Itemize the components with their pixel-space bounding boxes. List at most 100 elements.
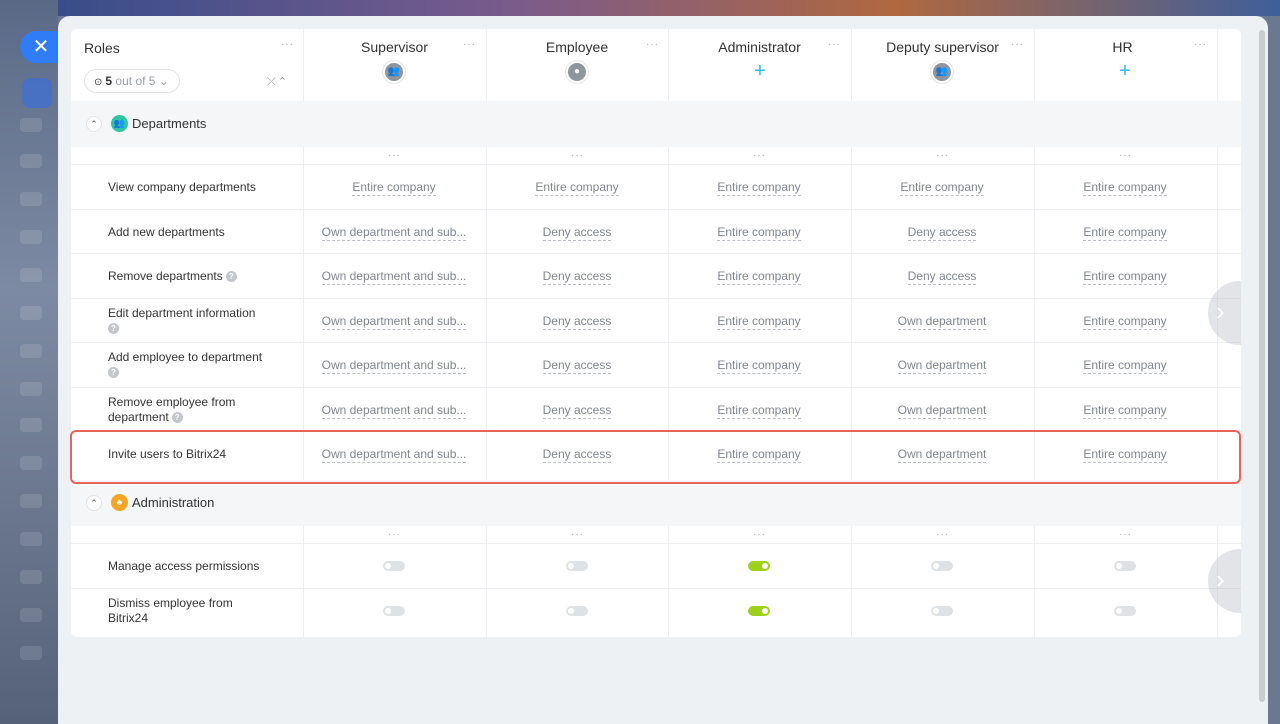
background-item	[20, 192, 42, 206]
permission-value[interactable]: Own department	[857, 358, 1027, 374]
permission-value[interactable]: Entire company	[1040, 269, 1210, 285]
column-menu-icon[interactable]: ···	[753, 151, 766, 161]
column-menu-icon[interactable]: ···	[936, 151, 949, 161]
background-sidebar	[0, 0, 58, 724]
user-icon[interactable]: ●	[565, 60, 589, 84]
role-menu-icon[interactable]: ···	[1194, 40, 1207, 50]
permission-toggle[interactable]	[1114, 561, 1136, 571]
permission-toggle[interactable]	[566, 561, 588, 571]
role-administrator[interactable]: Administrator	[668, 39, 851, 55]
permission-toggle[interactable]	[566, 605, 588, 616]
permission-value[interactable]: Own department and sub...	[309, 224, 479, 241]
permission-value[interactable]: Own department	[857, 447, 1027, 463]
permission-value[interactable]: Entire company	[1040, 447, 1210, 463]
permission-value[interactable]: Deny access	[492, 358, 662, 374]
permission-value[interactable]: Entire company	[674, 358, 844, 374]
column-menu-icon[interactable]: ···	[571, 151, 584, 161]
background-item	[20, 154, 42, 168]
help-icon[interactable]: ?	[225, 271, 237, 283]
background-top	[0, 0, 1280, 16]
section-departments[interactable]: ⌃ 👥 Departments	[71, 101, 1241, 147]
background-item	[20, 646, 42, 660]
background-item	[20, 456, 42, 470]
permission-value[interactable]: Entire company	[1040, 402, 1210, 419]
permission-value[interactable]: Own department and sub...	[309, 269, 479, 285]
group-icon[interactable]: 👥	[930, 60, 954, 84]
permissions-table: Roles ··· ⊙ 5 out of 5 ⌄ ⤫⌃ Supervisor ··…	[71, 29, 1241, 637]
permission-value[interactable]: Own department and sub...	[309, 402, 479, 419]
permission-value[interactable]: Entire company	[674, 402, 844, 419]
role-menu-icon[interactable]: ···	[463, 40, 476, 50]
column-menu-icon[interactable]: ···	[1119, 530, 1132, 540]
permission-value[interactable]: Entire company	[309, 180, 479, 196]
permission-value[interactable]: Entire company	[1040, 358, 1210, 374]
permission-value[interactable]: Entire company	[1040, 224, 1210, 241]
permission-value[interactable]: Entire company	[1040, 313, 1210, 330]
group-icon[interactable]: 👥	[382, 60, 406, 84]
table-row: Add new departments Own department and s…	[71, 210, 1241, 254]
permission-value[interactable]: Own department and sub...	[309, 447, 479, 463]
column-menu-icon[interactable]: ···	[936, 530, 949, 540]
eye-icon: ⊙	[94, 77, 103, 88]
permission-toggle[interactable]	[931, 605, 953, 616]
plus-icon[interactable]: +	[748, 60, 772, 84]
permission-toggle[interactable]	[383, 605, 405, 616]
role-menu-icon[interactable]: ···	[828, 40, 841, 50]
help-icon[interactable]: ?	[108, 367, 119, 378]
permission-toggle[interactable]	[748, 561, 770, 571]
permission-value[interactable]: Entire company	[674, 180, 844, 196]
permission-value[interactable]: Entire company	[674, 224, 844, 241]
role-menu-icon[interactable]: ···	[1011, 40, 1024, 50]
scrollbar[interactable]	[1259, 30, 1265, 702]
close-slider-button[interactable]: ✕	[20, 31, 60, 63]
background-item	[20, 306, 42, 320]
background-item	[20, 494, 42, 508]
permission-toggle[interactable]	[748, 605, 770, 616]
roles-menu-icon[interactable]: ···	[281, 40, 294, 50]
permission-toggle[interactable]	[383, 561, 405, 571]
permission-value[interactable]: Deny access	[492, 402, 662, 419]
permission-value[interactable]: Entire company	[674, 447, 844, 463]
permission-value[interactable]: Entire company	[674, 313, 844, 330]
role-menu-icon[interactable]: ···	[646, 40, 659, 50]
roles-counter-button[interactable]: ⊙ 5 out of 5 ⌄	[84, 69, 180, 93]
plus-icon[interactable]: +	[1113, 60, 1137, 84]
column-menu-icon[interactable]: ···	[571, 530, 584, 540]
section-administration[interactable]: ⌃ ♣ Administration	[71, 480, 1241, 526]
permission-value[interactable]: Deny access	[492, 313, 662, 330]
permission-value[interactable]: Own department and sub...	[309, 358, 479, 374]
permission-value[interactable]: Entire company	[1040, 180, 1210, 196]
permission-value[interactable]: Deny access	[492, 269, 662, 285]
permission-value[interactable]: Own department	[857, 402, 1027, 419]
permission-value[interactable]: Entire company	[674, 269, 844, 285]
permission-toggle[interactable]	[931, 561, 953, 571]
permission-value[interactable]: Entire company	[492, 180, 662, 196]
permission-value[interactable]: Deny access	[857, 224, 1027, 241]
chevron-down-icon: ⌄	[158, 74, 169, 88]
permission-label: Edit department information?	[108, 305, 256, 334]
role-deputy-supervisor[interactable]: Deputy supervisor	[851, 39, 1034, 55]
role-supervisor[interactable]: Supervisor	[303, 39, 486, 55]
collapse-expand-icon[interactable]: ⤫⌃	[267, 75, 289, 89]
permission-value[interactable]: Own department and sub...	[309, 313, 479, 330]
permission-value[interactable]: Entire company	[857, 180, 1027, 196]
permission-value[interactable]: Deny access	[857, 269, 1027, 285]
column-menu-icon[interactable]: ···	[1119, 151, 1132, 161]
column-menus-row: ··· ··· ··· ··· ···	[71, 526, 1241, 544]
permission-value[interactable]: Deny access	[492, 224, 662, 241]
permission-value[interactable]: Deny access	[492, 447, 662, 463]
column-menu-icon[interactable]: ···	[388, 151, 401, 161]
role-employee[interactable]: Employee	[486, 39, 668, 55]
roles-title: Roles	[84, 40, 120, 56]
permission-toggle[interactable]	[1114, 605, 1136, 616]
table-row: View company departments Entire company …	[71, 165, 1241, 210]
permission-value[interactable]: Own department	[857, 313, 1027, 330]
help-icon[interactable]: ?	[108, 322, 119, 334]
background-item	[20, 570, 42, 584]
chevron-up-icon[interactable]: ⌃	[86, 116, 102, 132]
chevron-up-icon[interactable]: ⌃	[86, 495, 102, 511]
role-hr[interactable]: HR	[1034, 39, 1211, 55]
column-menu-icon[interactable]: ···	[753, 530, 766, 540]
help-icon[interactable]: ?	[171, 411, 183, 423]
column-menu-icon[interactable]: ···	[388, 530, 401, 540]
